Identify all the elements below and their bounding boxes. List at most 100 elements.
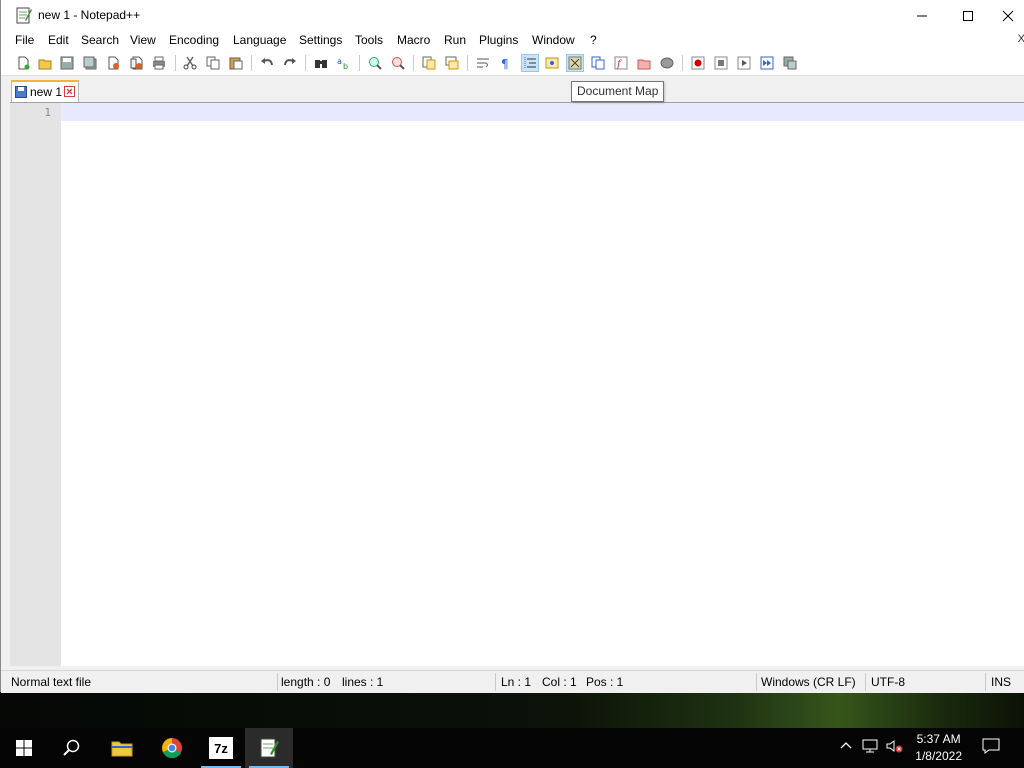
start-recording-button[interactable]: [689, 54, 707, 72]
menu-help[interactable]: ?: [590, 33, 597, 47]
folder-as-workspace-button[interactable]: [635, 54, 653, 72]
editor-area[interactable]: 1: [10, 102, 1024, 666]
status-pos: Pos : 1: [586, 675, 624, 689]
indent-guide-button[interactable]: [521, 54, 539, 72]
status-lines: lines : 1: [342, 675, 384, 689]
minimize-button[interactable]: [899, 0, 945, 31]
menu-language[interactable]: Language: [233, 33, 286, 47]
network-button[interactable]: [862, 739, 878, 756]
zoom-in-button[interactable]: [366, 54, 384, 72]
run-macro-multiple-button[interactable]: [758, 54, 776, 72]
sync-horizontal-button[interactable]: [443, 54, 461, 72]
stop-recording-button[interactable]: [712, 54, 730, 72]
find-button[interactable]: [312, 54, 330, 72]
cut-icon: [183, 56, 197, 70]
maximize-button[interactable]: [945, 0, 991, 31]
title-bar[interactable]: new 1 - Notepad++: [1, 0, 1024, 31]
7zip-button[interactable]: 7z: [197, 728, 245, 768]
menu-file[interactable]: File: [15, 33, 34, 47]
menu-encoding[interactable]: Encoding: [169, 33, 219, 47]
status-encoding: UTF-8: [871, 675, 905, 689]
copy-icon: [206, 56, 220, 70]
indent-guide-icon: [524, 57, 536, 69]
saved-file-icon: [15, 86, 27, 98]
show-all-characters-button[interactable]: ¶: [497, 54, 515, 72]
status-divider: [985, 673, 986, 691]
word-wrap-button[interactable]: [474, 54, 492, 72]
print-icon: [153, 56, 165, 70]
print-button[interactable]: [150, 54, 168, 72]
menu-macro[interactable]: Macro: [397, 33, 430, 47]
status-eol[interactable]: Windows (CR LF): [761, 675, 856, 689]
menu-plugins[interactable]: Plugins: [479, 33, 518, 47]
language-udl-button[interactable]: [543, 54, 561, 72]
open-file-button[interactable]: [36, 54, 54, 72]
tab-bar: new 1: [1, 76, 1024, 102]
window-title: new 1 - Notepad++: [38, 8, 141, 22]
menu-run[interactable]: Run: [444, 33, 466, 47]
save-macro-icon: [783, 56, 797, 70]
system-clock[interactable]: 5:37 AM 1/8/2022: [915, 731, 962, 765]
notepadpp-app-icon: [16, 7, 32, 24]
copy-button[interactable]: [204, 54, 222, 72]
search-icon: [63, 739, 80, 756]
file-explorer-button[interactable]: [98, 728, 146, 768]
notepadpp-taskbar-button[interactable]: [245, 728, 293, 768]
volume-button[interactable]: [886, 739, 904, 756]
document-list-button[interactable]: [589, 54, 607, 72]
menu-view[interactable]: View: [130, 33, 156, 47]
menu-window[interactable]: Window: [532, 33, 575, 47]
clock-time: 5:37 AM: [916, 732, 961, 746]
close-button[interactable]: [991, 0, 1024, 31]
redo-button[interactable]: [281, 54, 299, 72]
menu-tools[interactable]: Tools: [355, 33, 383, 47]
save-button[interactable]: [58, 54, 76, 72]
line-number-gutter: 1: [10, 103, 61, 666]
menu-edit[interactable]: Edit: [48, 33, 69, 47]
replace-button[interactable]: ab: [335, 54, 353, 72]
taskbar: 7z 5:37 AM 1/8/2022: [0, 728, 1024, 768]
status-ln: Ln : 1: [501, 675, 532, 689]
menu-search[interactable]: Search: [81, 33, 119, 47]
menu-settings[interactable]: Settings: [299, 33, 342, 47]
windows-icon: [16, 740, 32, 756]
search-button[interactable]: [48, 728, 96, 768]
chrome-icon: [162, 738, 182, 759]
udl-icon: [545, 57, 559, 69]
close-all-button[interactable]: [127, 54, 145, 72]
zoom-out-button[interactable]: [389, 54, 407, 72]
chrome-button[interactable]: [148, 728, 196, 768]
paste-button[interactable]: [227, 54, 245, 72]
new-file-button[interactable]: [14, 54, 32, 72]
close-file-button[interactable]: [104, 54, 122, 72]
start-button[interactable]: [0, 728, 48, 768]
pilcrow-icon: ¶: [501, 57, 509, 70]
monitoring-button[interactable]: [658, 54, 676, 72]
function-list-button[interactable]: f: [612, 54, 630, 72]
sync-vertical-button[interactable]: [420, 54, 438, 72]
chevron-up-icon: [840, 742, 852, 749]
replace-icon: ab: [337, 57, 348, 70]
toolbar-separator: [251, 55, 252, 71]
toolbar-separator: [305, 55, 306, 71]
status-divider: [756, 673, 757, 691]
tab-new-1[interactable]: new 1: [11, 80, 79, 102]
line-number: 1: [44, 106, 51, 119]
toolbar-separator: [175, 55, 176, 71]
close-document-button[interactable]: X: [1018, 33, 1024, 45]
notifications-button[interactable]: [982, 738, 1000, 757]
cut-button[interactable]: [181, 54, 199, 72]
playback-button[interactable]: [735, 54, 753, 72]
status-divider: [277, 673, 278, 691]
document-map-button[interactable]: [566, 54, 584, 72]
undo-button[interactable]: [258, 54, 276, 72]
tab-close-icon[interactable]: [64, 86, 75, 97]
record-icon: [691, 56, 705, 70]
save-all-icon: [83, 56, 97, 70]
show-hidden-icons-button[interactable]: [840, 739, 852, 753]
save-macro-button[interactable]: [781, 54, 799, 72]
status-insert-mode[interactable]: INS: [991, 675, 1011, 689]
folder-icon: [111, 741, 133, 757]
save-all-button[interactable]: [81, 54, 99, 72]
zoom-in-icon: [369, 57, 382, 70]
